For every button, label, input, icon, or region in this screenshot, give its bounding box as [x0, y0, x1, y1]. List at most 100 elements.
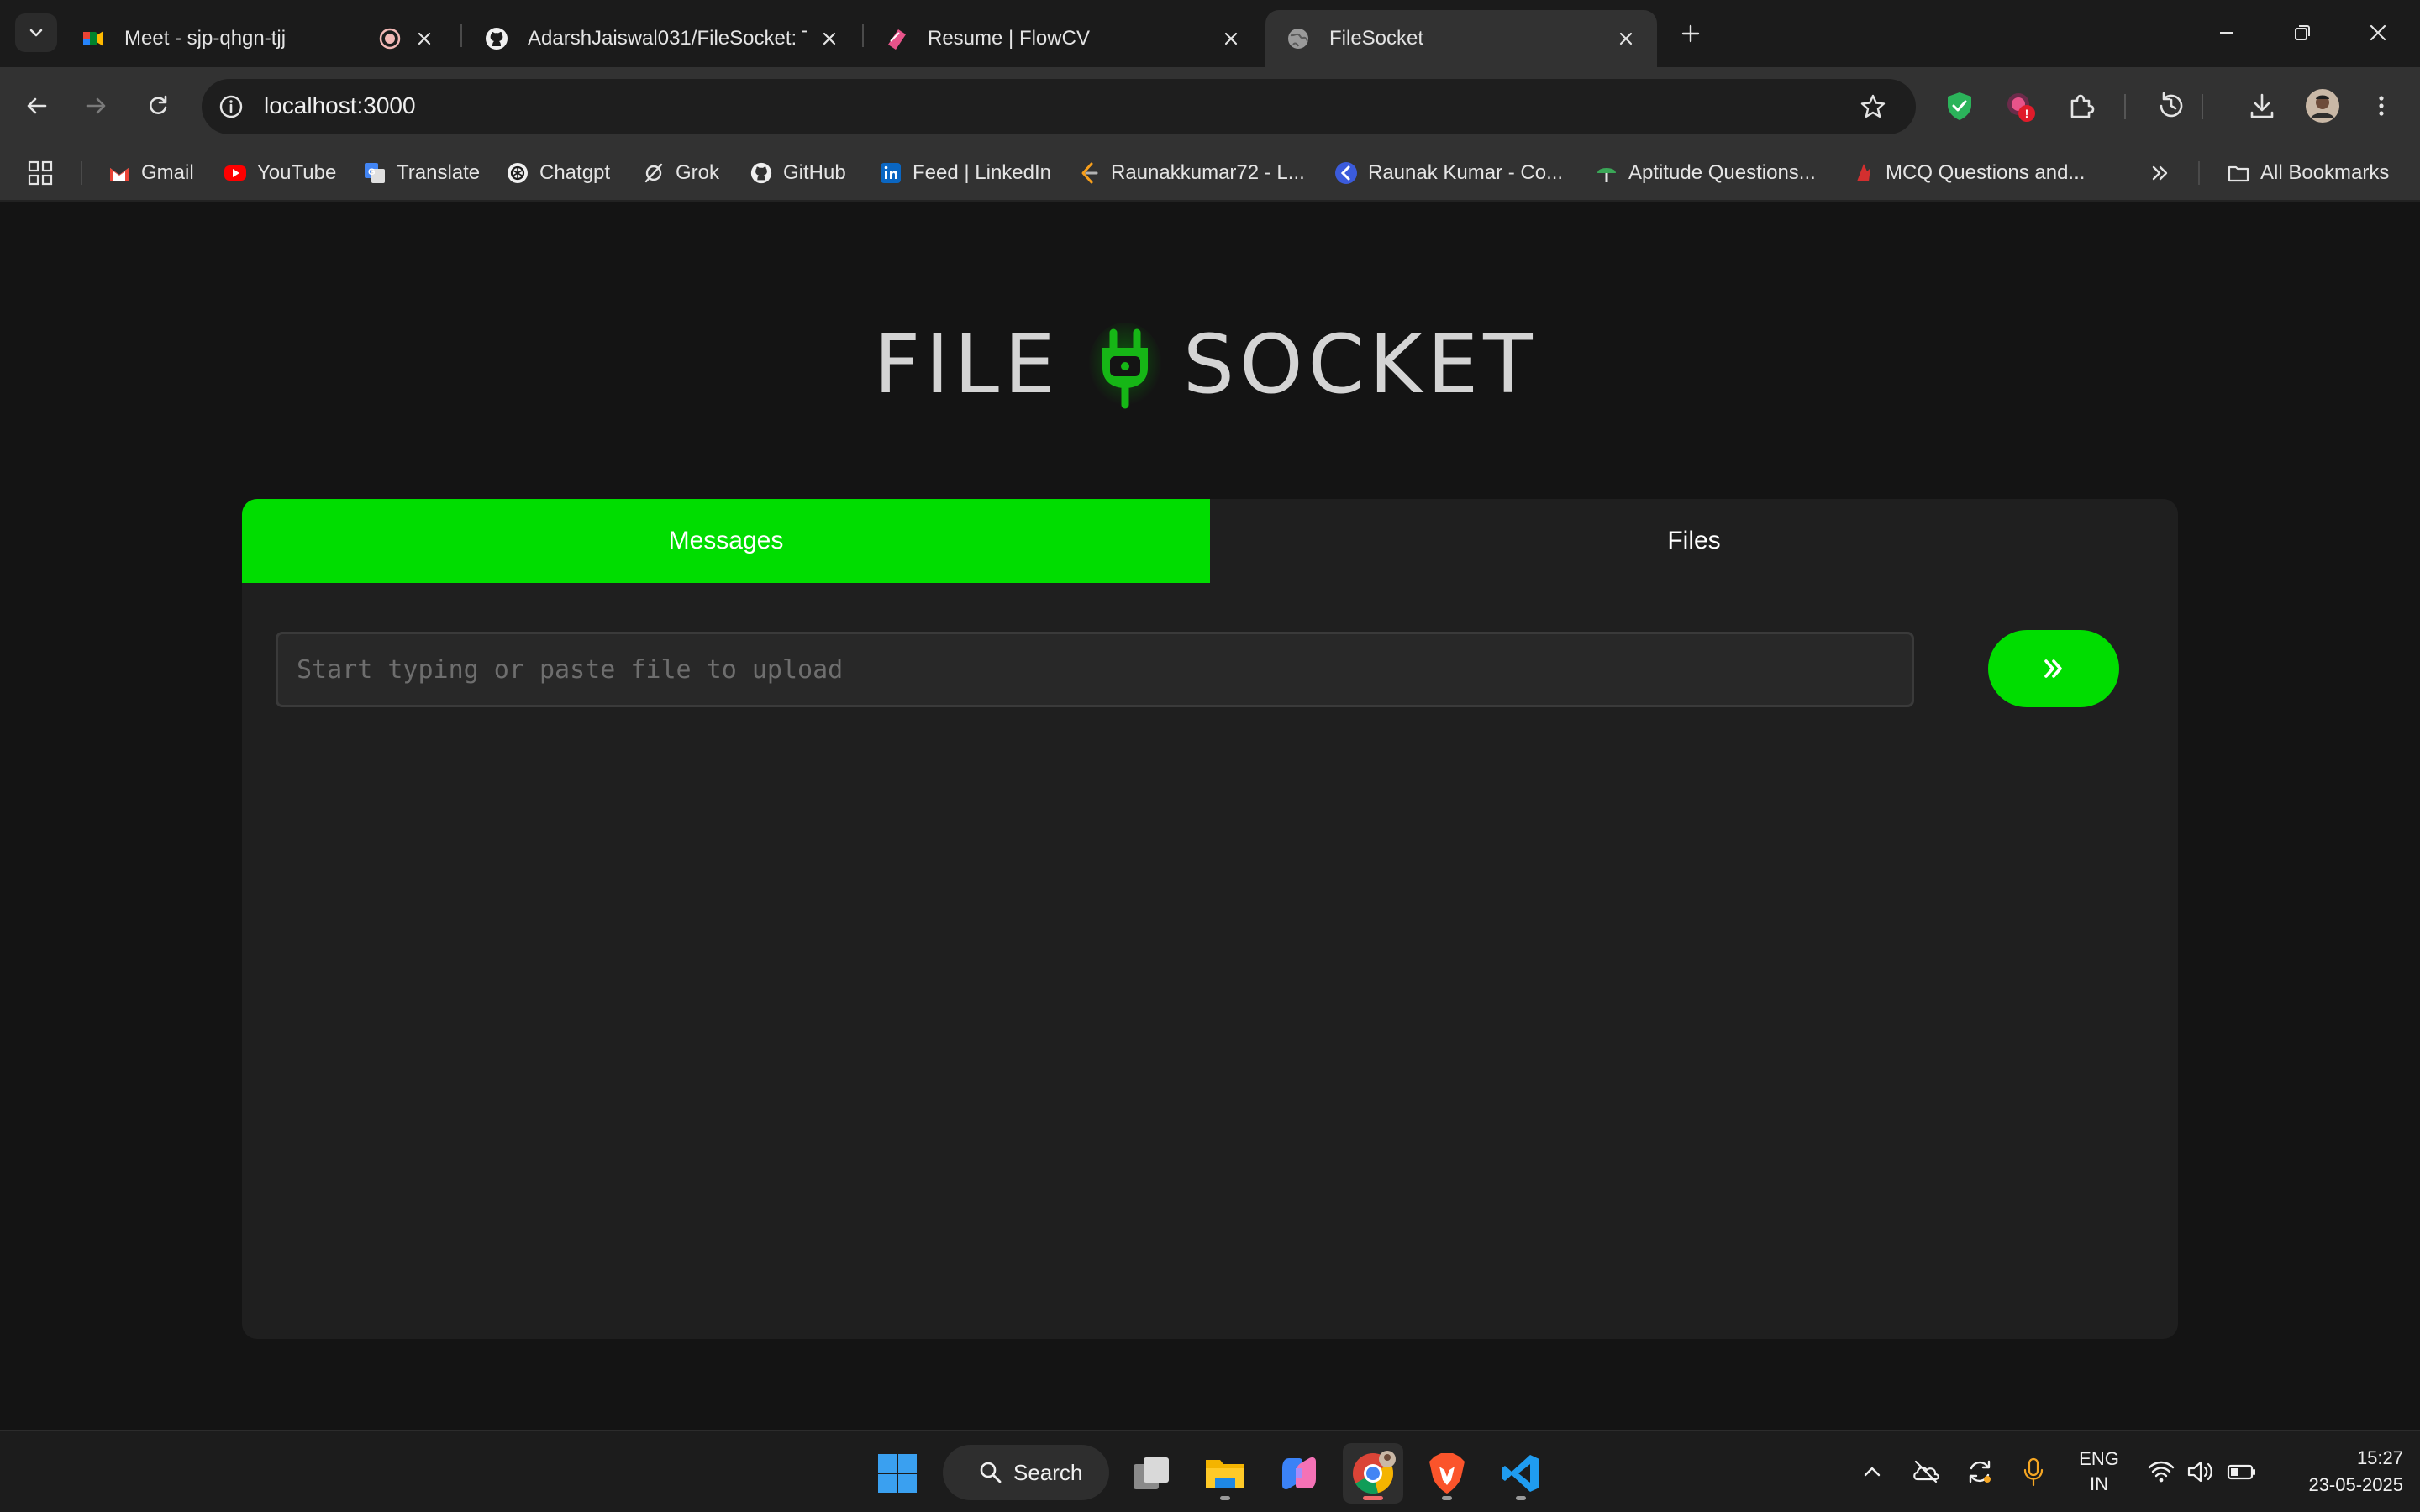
restore-button[interactable] — [2269, 12, 2336, 54]
tab-title: Meet - sjp-qhgn-tjj — [124, 27, 287, 50]
more-options-icon[interactable] — [2361, 86, 2402, 126]
chevron-up-icon — [1864, 1467, 1881, 1477]
bookmark-grok[interactable]: Grok — [642, 156, 719, 190]
address-text: localhost:3000 — [264, 92, 416, 118]
adblock-extension-icon[interactable] — [1939, 86, 1980, 126]
download-icon[interactable] — [2242, 86, 2282, 126]
github-icon — [486, 28, 508, 50]
file-explorer-app[interactable] — [1195, 1443, 1255, 1504]
apps-grid-button[interactable] — [27, 156, 54, 190]
all-bookmarks-button[interactable]: All Bookmarks — [2227, 156, 2389, 190]
wifi-icon[interactable] — [2141, 1452, 2181, 1492]
close-window-button[interactable] — [2344, 12, 2412, 54]
browser-tab-flowcv[interactable]: Resume | FlowCV — [864, 10, 1262, 67]
tab-messages[interactable]: Messages — [242, 499, 1210, 583]
chevron-down-icon — [29, 29, 43, 37]
bookmark-star-icon[interactable] — [1855, 89, 1891, 124]
bookmark-label: Chatgpt — [539, 161, 611, 184]
profile-avatar[interactable] — [2302, 86, 2343, 126]
running-indicator — [1220, 1496, 1230, 1500]
tab-title: FileSocket — [1329, 27, 1424, 50]
bookmarks-divider — [81, 161, 82, 185]
bookmark-aptitude[interactable]: Aptitude Questions... — [1595, 156, 1816, 190]
logo-text-left: FILE — [874, 318, 1060, 412]
linkedin-icon — [881, 163, 901, 183]
tab-files[interactable]: Files — [1210, 499, 2178, 583]
copilot-app[interactable] — [1269, 1443, 1329, 1504]
folder-icon — [2228, 165, 2249, 182]
bookmark-translate[interactable]: G Translate — [363, 156, 480, 190]
more-bookmarks-button[interactable] — [2148, 156, 2171, 190]
close-tab-icon[interactable] — [1615, 28, 1637, 50]
message-input[interactable] — [276, 632, 1914, 707]
bookmark-label: Aptitude Questions... — [1628, 161, 1816, 184]
new-tab-button[interactable] — [1672, 15, 1709, 52]
double-chevron-right-icon — [2152, 165, 2168, 181]
close-tab-icon[interactable] — [1220, 28, 1242, 50]
task-view-button[interactable] — [1121, 1443, 1181, 1504]
clock-time: 15:27 — [2356, 1447, 2403, 1468]
bookmark-gmail[interactable]: Gmail — [108, 156, 194, 190]
bookmark-label: Raunak Kumar - Co... — [1368, 161, 1564, 184]
tab-title: AdarshJaiswal031/FileSocket: Th — [528, 27, 807, 50]
folder-icon — [1206, 1460, 1244, 1488]
address-bar[interactable]: localhost:3000 — [202, 79, 1916, 134]
region-code: IN — [2090, 1473, 2108, 1494]
vscode-app[interactable] — [1491, 1443, 1551, 1504]
close-tab-icon[interactable] — [818, 28, 840, 50]
tab-search-button[interactable] — [15, 13, 57, 52]
system-clock[interactable]: 15:27 23-05-2025 — [2269, 1445, 2403, 1499]
brave-lion-icon — [1429, 1453, 1465, 1494]
extensions-puzzle-icon[interactable] — [2060, 86, 2101, 126]
bookmark-label: GitHub — [783, 161, 846, 184]
bookmark-github[interactable]: GitHub — [750, 156, 846, 190]
codeforces-icon — [1335, 162, 1357, 184]
bookmark-codeforces[interactable]: Raunak Kumar - Co... — [1334, 156, 1563, 190]
history-icon[interactable] — [2151, 86, 2191, 126]
minimize-icon — [2220, 32, 2233, 34]
language-indicator[interactable]: ENG IN — [2075, 1446, 2123, 1497]
gmail-icon — [110, 168, 129, 181]
browser-tab-github[interactable]: AdarshJaiswal031/FileSocket: Th — [464, 10, 860, 67]
reload-button[interactable] — [138, 86, 178, 126]
brave-app[interactable] — [1417, 1443, 1477, 1504]
taskbar-search-label: Search — [1013, 1459, 1083, 1485]
chrome-icon — [1353, 1451, 1396, 1494]
bookmark-leetcode[interactable]: Raunakkumar72 - L... — [1077, 156, 1305, 190]
chrome-app[interactable] — [1343, 1443, 1403, 1504]
flowcv-icon — [888, 29, 906, 50]
toolbar-divider — [2202, 94, 2203, 119]
double-chevron-right-icon — [2044, 659, 2062, 678]
bookmark-chatgpt[interactable]: Chatgpt — [506, 156, 610, 190]
extension-alert-icon[interactable]: ! — [2000, 86, 2040, 126]
send-button[interactable] — [1988, 630, 2119, 707]
back-button[interactable] — [17, 86, 57, 126]
bookmark-label: YouTube — [257, 161, 337, 184]
bookmark-linkedin[interactable]: Feed | LinkedIn — [879, 156, 1051, 190]
browser-tab-filesocket[interactable]: FileSocket — [1265, 10, 1657, 67]
site-info-icon[interactable] — [213, 89, 249, 124]
forward-button[interactable] — [76, 86, 116, 126]
bookmark-mcq[interactable]: MCQ Questions and... — [1852, 156, 2085, 190]
battery-icon[interactable] — [2222, 1452, 2262, 1492]
onedrive-offline-icon[interactable] — [1906, 1452, 1946, 1492]
browser-tab-meet[interactable]: Meet - sjp-qhgn-tjj — [60, 10, 455, 67]
sync-icon[interactable] — [1960, 1452, 2000, 1492]
bookmark-youtube[interactable]: YouTube — [224, 156, 336, 190]
running-indicator — [1442, 1496, 1452, 1500]
bookmark-label: Translate — [397, 161, 481, 184]
bookmarks-bar: Gmail YouTube G Translate Chatgpt Grok G… — [0, 144, 2420, 202]
show-hidden-icons-button[interactable] — [1852, 1452, 1892, 1492]
taskbar-search[interactable]: Search — [943, 1445, 1109, 1500]
start-button[interactable] — [867, 1443, 928, 1504]
bookmarks-divider — [2198, 161, 2200, 185]
windows-logo-icon — [878, 1454, 917, 1493]
microphone-icon[interactable] — [2013, 1452, 2054, 1492]
close-tab-icon[interactable] — [413, 28, 435, 50]
windows-taskbar: Search ENG IN 15:27 23-05-2025 — [0, 1430, 2420, 1512]
vscode-icon — [1502, 1455, 1539, 1492]
leetcode-icon — [1081, 162, 1098, 184]
app-logo: FILE SOCKET — [874, 318, 1546, 427]
volume-icon[interactable] — [2180, 1452, 2220, 1492]
minimize-button[interactable] — [2193, 12, 2260, 54]
